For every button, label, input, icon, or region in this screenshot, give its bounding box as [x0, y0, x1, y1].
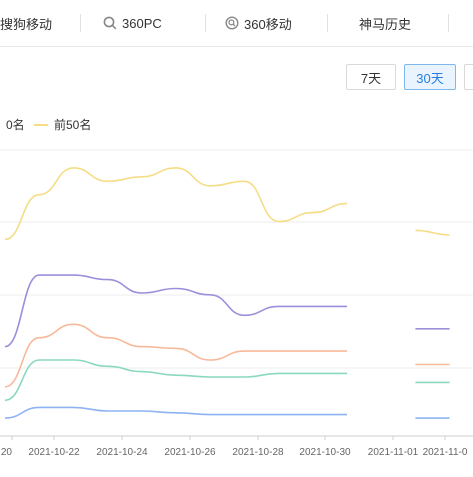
- ranking-trend-chart: 20 2021-10-22 2021-10-24 2021-10-26 2021-10-…: [0, 149, 473, 458]
- x-tick-label: 2021-11-01: [368, 447, 419, 458]
- x-tick-label: 2021-10-26: [164, 447, 216, 458]
- x-tick-label: 2021-10-22: [28, 447, 80, 458]
- series-line-4: [4, 406, 347, 419]
- x-tick-label: 2021-10-30: [299, 447, 351, 458]
- x-tick-label: 2021-11-0: [423, 447, 468, 458]
- series-line-0: [4, 167, 348, 241]
- series-line-3: [4, 359, 347, 402]
- series-line-0: [415, 229, 450, 236]
- x-tick-label: 2021-10-28: [232, 447, 284, 458]
- x-tick-label: 20: [1, 447, 13, 458]
- series-line-1: [4, 274, 347, 348]
- series-line-2: [4, 323, 347, 388]
- x-tick-label: 2021-10-24: [96, 447, 148, 458]
